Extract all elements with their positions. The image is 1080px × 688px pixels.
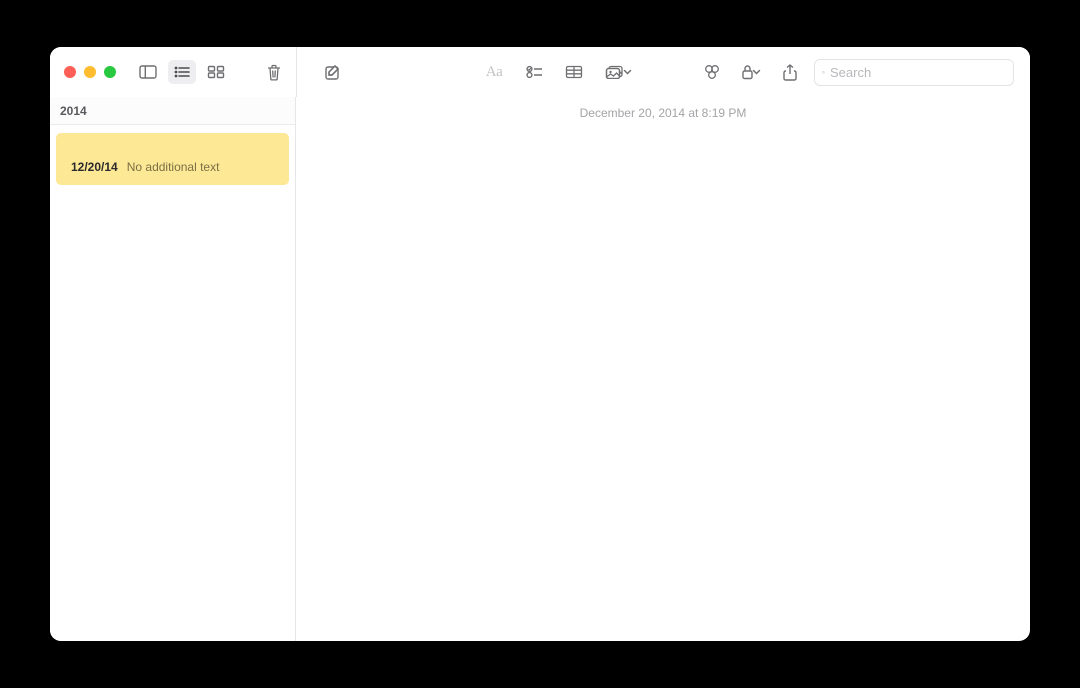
editor-pane: December 20, 2014 at 8:19 PM [296,97,1030,641]
link-note-button[interactable] [698,60,726,84]
app-window: Aa [50,47,1030,641]
close-window-button[interactable] [64,66,76,78]
search-icon [822,66,825,79]
share-button[interactable] [776,60,804,84]
toolbar-right-group [698,59,1014,86]
view-controls [134,60,288,84]
format-controls: Aa [480,60,636,84]
table-button[interactable] [560,60,588,84]
titlebar: Aa [50,47,1030,97]
media-button[interactable] [600,60,636,84]
note-meta: 12/20/14 No additional text [71,160,274,174]
toggle-sidebar-button[interactable] [134,60,162,84]
list-view-button[interactable] [168,60,196,84]
section-header: 2014 [50,97,295,125]
fullscreen-window-button[interactable] [104,66,116,78]
note-list: 12/20/14 No additional text [50,125,295,193]
lock-note-button[interactable] [736,60,766,84]
content-area: 2014 12/20/14 No additional text Decembe… [50,97,1030,641]
compose-note-button[interactable] [318,60,346,84]
notes-sidebar: 2014 12/20/14 No additional text [50,97,296,641]
window-controls [64,66,116,78]
search-field[interactable] [814,59,1014,86]
gallery-view-button[interactable] [202,60,230,84]
note-list-item[interactable]: 12/20/14 No additional text [56,133,289,185]
search-input[interactable] [830,65,1006,80]
minimize-window-button[interactable] [84,66,96,78]
checklist-button[interactable] [520,60,548,84]
text-format-icon: Aa [486,64,503,81]
note-title [71,142,274,156]
delete-note-button[interactable] [260,60,288,84]
note-snippet: No additional text [127,160,220,174]
note-timestamp: December 20, 2014 at 8:19 PM [316,106,1010,120]
note-date: 12/20/14 [71,160,118,174]
toolbar-divider [296,47,297,97]
text-format-button[interactable]: Aa [480,60,508,84]
